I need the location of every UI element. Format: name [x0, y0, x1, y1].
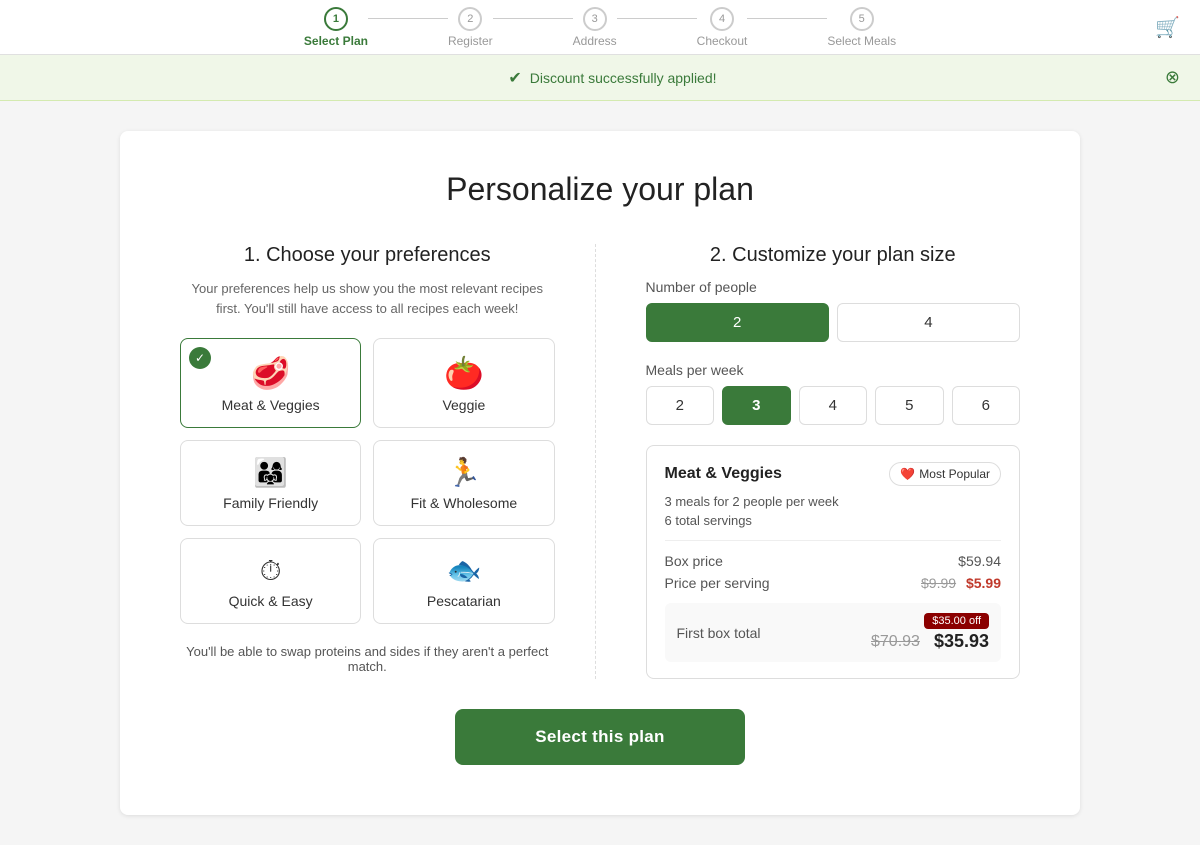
pref-card-veggie[interactable]: 🍅 Veggie — [373, 338, 554, 428]
summary-plan-name: Meat & Veggies — [665, 465, 782, 483]
fit-wholesome-icon: 🏃 — [446, 459, 481, 487]
people-row: Number of people 2 4 — [646, 279, 1021, 342]
pref-label-family-friendly: Family Friendly — [223, 495, 318, 511]
pescatarian-icon: 🐟 — [446, 557, 481, 585]
step-line-3-4 — [617, 18, 697, 19]
meals-option-6[interactable]: 6 — [952, 386, 1021, 425]
family-friendly-icon: 👨‍👩‍👧 — [253, 459, 288, 487]
step-line-1-2 — [368, 18, 448, 19]
per-serving-original: $9.99 — [921, 575, 956, 591]
step-4-label: Checkout — [697, 34, 748, 48]
pref-card-fit-wholesome[interactable]: 🏃 Fit & Wholesome — [373, 440, 554, 526]
stepper: 1 Select Plan 2 Register 3 Address 4 Che… — [80, 7, 1120, 48]
step-2[interactable]: 2 Register — [448, 7, 493, 48]
step-line-2-3 — [493, 18, 573, 19]
pref-label-pescatarian: Pescatarian — [427, 593, 501, 609]
pref-label-quick-easy: Quick & Easy — [229, 593, 313, 609]
pref-card-pescatarian[interactable]: 🐟 Pescatarian — [373, 538, 554, 624]
step-5[interactable]: 5 Select Meals — [827, 7, 896, 48]
page-title: Personalize your plan — [180, 171, 1020, 208]
step-4-circle: 4 — [710, 7, 734, 31]
discount-close-icon[interactable]: ⊗ — [1165, 67, 1180, 88]
first-box-final: $35.93 — [934, 631, 989, 652]
heart-icon: ❤️ — [900, 467, 915, 481]
people-option-4[interactable]: 4 — [837, 303, 1020, 342]
quick-easy-icon: ⏱ — [260, 557, 282, 585]
veggie-icon: 🍅 — [444, 357, 484, 389]
pref-label-meat-veggies: Meat & Veggies — [222, 397, 320, 413]
summary-header: Meat & Veggies ❤️ Most Popular — [665, 462, 1002, 486]
meat-veggies-icon: 🥩 — [251, 357, 291, 389]
first-box-original: $70.93 — [871, 633, 920, 651]
box-price-row: Box price $59.94 — [665, 553, 1002, 569]
step-2-circle: 2 — [458, 7, 482, 31]
step-1[interactable]: 1 Select Plan — [304, 7, 368, 48]
people-options: 2 4 — [646, 303, 1021, 342]
people-option-2[interactable]: 2 — [646, 303, 829, 342]
columns: 1. Choose your preferences Your preferen… — [180, 244, 1020, 679]
step-3[interactable]: 3 Address — [573, 7, 617, 48]
discount-message: Discount successfully applied! — [530, 70, 717, 86]
step-3-label: Address — [573, 34, 617, 48]
meals-option-2[interactable]: 2 — [646, 386, 715, 425]
summary-desc-1: 3 meals for 2 people per week — [665, 494, 1002, 509]
pref-label-fit-wholesome: Fit & Wholesome — [411, 495, 518, 511]
box-price-label: Box price — [665, 553, 723, 569]
pref-label-veggie: Veggie — [442, 397, 485, 413]
select-plan-button[interactable]: Select this plan — [455, 709, 745, 765]
swap-note: You'll be able to swap proteins and side… — [180, 644, 555, 674]
pref-card-meat-veggies[interactable]: ✓ 🥩 Meat & Veggies — [180, 338, 361, 428]
discount-amount-tag: $35.00 off — [924, 613, 989, 629]
discount-banner: ✔ Discount successfully applied! ⊗ — [0, 55, 1200, 101]
first-box-price-line: $70.93 $35.93 — [871, 631, 989, 652]
preferences-grid: ✓ 🥩 Meat & Veggies 🍅 Veggie 👨‍👩‍👧 Family… — [180, 338, 555, 624]
meals-option-4[interactable]: 4 — [799, 386, 868, 425]
check-badge-meat-veggies: ✓ — [189, 347, 211, 369]
step-1-label: Select Plan — [304, 34, 368, 48]
step-3-circle: 3 — [583, 7, 607, 31]
first-box-row: First box total $35.00 off $70.93 $35.93 — [665, 603, 1002, 662]
most-popular-label: Most Popular — [919, 467, 990, 481]
step-1-circle: 1 — [324, 7, 348, 31]
cart-icon[interactable]: 🛒 — [1155, 15, 1180, 40]
step-line-4-5 — [747, 18, 827, 19]
customize-title: 2. Customize your plan size — [646, 244, 1021, 267]
pref-card-quick-easy[interactable]: ⏱ Quick & Easy — [180, 538, 361, 624]
first-box-prices: $35.00 off $70.93 $35.93 — [871, 613, 989, 652]
per-serving-discounted: $5.99 — [966, 575, 1001, 591]
cta-section: Select this plan — [180, 709, 1020, 765]
summary-desc-2: 6 total servings — [665, 513, 1002, 528]
header: 1 Select Plan 2 Register 3 Address 4 Che… — [0, 0, 1200, 55]
main-content: Personalize your plan 1. Choose your pre… — [120, 131, 1080, 815]
meals-row: Meals per week 2 3 4 5 6 — [646, 362, 1021, 425]
meals-option-3[interactable]: 3 — [722, 386, 791, 425]
right-column: 2. Customize your plan size Number of pe… — [636, 244, 1021, 679]
meals-label: Meals per week — [646, 362, 1021, 378]
most-popular-badge: ❤️ Most Popular — [889, 462, 1001, 486]
step-5-circle: 5 — [850, 7, 874, 31]
pref-card-family-friendly[interactable]: 👨‍👩‍👧 Family Friendly — [180, 440, 361, 526]
discount-check-icon: ✔ — [508, 68, 521, 88]
per-serving-row: Price per serving $9.99 $5.99 — [665, 575, 1002, 591]
people-label: Number of people — [646, 279, 1021, 295]
summary-divider-1 — [665, 540, 1002, 541]
summary-box: Meat & Veggies ❤️ Most Popular 3 meals f… — [646, 445, 1021, 679]
step-5-label: Select Meals — [827, 34, 896, 48]
step-4[interactable]: 4 Checkout — [697, 7, 748, 48]
step-2-label: Register — [448, 34, 493, 48]
preferences-title: 1. Choose your preferences — [180, 244, 555, 267]
per-serving-prices: $9.99 $5.99 — [921, 575, 1001, 591]
preferences-subtitle: Your preferences help us show you the mo… — [180, 279, 555, 318]
first-box-label: First box total — [677, 625, 761, 641]
left-column: 1. Choose your preferences Your preferen… — [180, 244, 596, 679]
meals-option-5[interactable]: 5 — [875, 386, 944, 425]
meals-options: 2 3 4 5 6 — [646, 386, 1021, 425]
per-serving-label: Price per serving — [665, 575, 770, 591]
discount-content: ✔ Discount successfully applied! — [60, 68, 1165, 88]
box-price-value: $59.94 — [958, 553, 1001, 569]
